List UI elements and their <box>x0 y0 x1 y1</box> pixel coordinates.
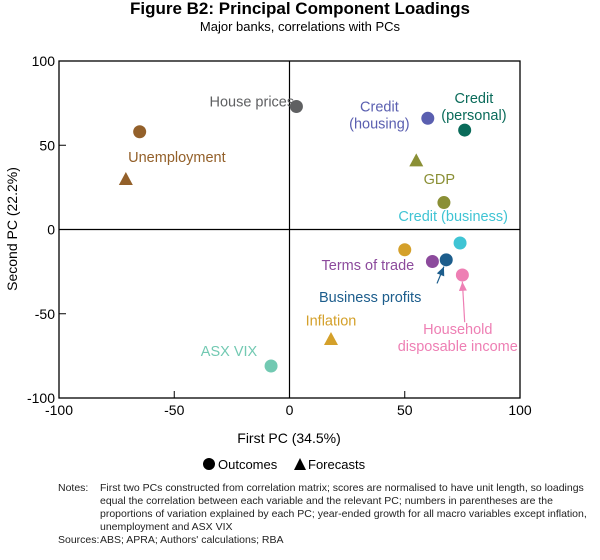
point-label: Unemployment <box>128 150 226 166</box>
legend-outcomes-label: Outcomes <box>218 457 278 472</box>
point-label: Credit (personal) <box>441 91 506 124</box>
sources-row: Sources: ABS; APRA; Authors' calculation… <box>58 534 598 547</box>
data-point-circle <box>425 255 439 269</box>
y-tick-label: -50 <box>35 306 55 322</box>
legend: Outcomes Forecasts <box>203 457 366 472</box>
notes-block: Notes: First two PCs constructed from co… <box>58 482 598 547</box>
notes-text: First two PCs constructed from correlati… <box>100 482 587 533</box>
point-label-line: Household <box>423 322 492 338</box>
point-label: Household disposable income <box>398 322 518 355</box>
point-label: House prices <box>209 94 294 110</box>
data-point-circle <box>133 125 147 139</box>
point-label: Business profits <box>319 290 421 306</box>
point-label-line: GDP <box>424 172 455 188</box>
point-label-line: (personal) <box>441 108 506 124</box>
data-point-circle <box>398 243 412 257</box>
point-label-line: Unemployment <box>128 150 226 166</box>
point-label: Credit (housing) <box>349 100 409 133</box>
x-tick-label: 100 <box>508 402 532 418</box>
point-label-line: Credit <box>360 100 399 116</box>
point-label: Credit (business) <box>398 209 508 225</box>
legend-triangle-marker <box>294 458 306 470</box>
sources-text: ABS; APRA; Authors' calculations; RBA <box>100 534 284 546</box>
data-point-triangle <box>323 332 338 346</box>
x-tick-label: 50 <box>397 402 413 418</box>
data-point-circle <box>289 99 303 113</box>
point-label-line: Inflation <box>306 314 357 330</box>
point-label: ASX VIX <box>201 344 258 360</box>
data-point-circle <box>421 111 435 125</box>
point-label-line: (housing) <box>349 117 409 133</box>
x-tick-label: -50 <box>164 402 184 418</box>
notes-label: Notes: <box>58 482 89 494</box>
point-label-line: Business profits <box>319 290 421 306</box>
y-tick-label: -100 <box>27 390 55 406</box>
point-label-line: ASX VIX <box>201 344 258 360</box>
notes-row: Notes: First two PCs constructed from co… <box>58 482 598 534</box>
point-label-line: Terms of trade <box>322 258 415 274</box>
data-point-triangle <box>409 153 424 167</box>
x-axis-label: First PC (34.5%) <box>237 430 340 446</box>
annotation-arrowhead <box>458 281 467 291</box>
y-tick-label: 100 <box>32 53 56 69</box>
point-label-line: disposable income <box>398 339 518 355</box>
data-point-circle <box>458 123 472 137</box>
point-label-line: Credit <box>455 91 494 107</box>
y-tick-label: 50 <box>39 137 55 153</box>
point-label-line: House prices <box>209 94 294 110</box>
data-point-circle <box>437 196 451 210</box>
data-point-circle <box>264 359 278 373</box>
data-point-triangle <box>118 171 133 185</box>
point-label: Terms of trade <box>322 258 415 274</box>
legend-circle-marker <box>203 458 215 470</box>
data-point-circle <box>439 253 453 267</box>
x-tick-label: 0 <box>286 402 294 418</box>
point-label-line: Credit (business) <box>398 209 508 225</box>
data-points <box>118 99 472 373</box>
scatter-chart: -100 -50 0 50 100-100-50050100 House pricesU… <box>4 53 532 472</box>
y-axis-label: Second PC (22.2%) <box>4 167 20 291</box>
sources-label: Sources: <box>58 534 100 546</box>
y-tick-label: 0 <box>47 222 55 238</box>
point-label: Inflation <box>306 314 357 330</box>
data-point-circle <box>453 236 467 250</box>
data-point-circle <box>455 268 469 282</box>
point-label: GDP <box>424 172 455 188</box>
legend-forecasts-label: Forecasts <box>308 457 366 472</box>
